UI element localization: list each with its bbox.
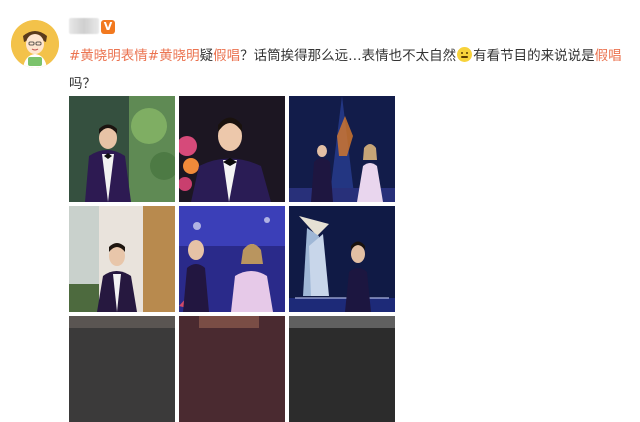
text-segment: ？话筒挨得那么远…表情也不太自然 — [240, 48, 457, 64]
name-hashtag-link[interactable]: 黄晓明 — [159, 48, 200, 64]
photo-thumbnail-7[interactable] — [69, 316, 175, 422]
photo-thumbnail-3[interactable] — [289, 96, 395, 202]
verified-badge: V — [101, 20, 115, 34]
hashtag-link[interactable]: #黄晓明表情# — [69, 48, 159, 64]
photo-thumbnail-2[interactable] — [179, 96, 285, 202]
username-blurred[interactable] — [69, 18, 99, 34]
photo-thumbnail-4[interactable] — [69, 206, 175, 312]
photo-thumbnail-6[interactable] — [289, 206, 395, 312]
photo-thumbnail-8[interactable] — [179, 316, 285, 422]
text-segment: 疑 — [199, 48, 214, 64]
smile-emoji-icon — [457, 47, 473, 62]
lipsync-keyword-link[interactable]: 假唱 — [213, 48, 240, 64]
photo-thumbnail-9[interactable] — [289, 316, 395, 422]
text-segment: 吗？ — [69, 76, 96, 92]
user-avatar[interactable] — [11, 20, 59, 68]
photo-thumbnail-5[interactable] — [179, 206, 285, 312]
text-segment: 有看节目的来说说是 — [473, 48, 595, 64]
photo-thumbnail-1[interactable] — [69, 96, 175, 202]
post-text: #黄晓明表情#黄晓明疑假唱？话筒挨得那么远…表情也不太自然 有看节目的来说说是假唱… — [69, 42, 629, 98]
lipsync-keyword-link[interactable]: 假唱 — [595, 48, 622, 64]
